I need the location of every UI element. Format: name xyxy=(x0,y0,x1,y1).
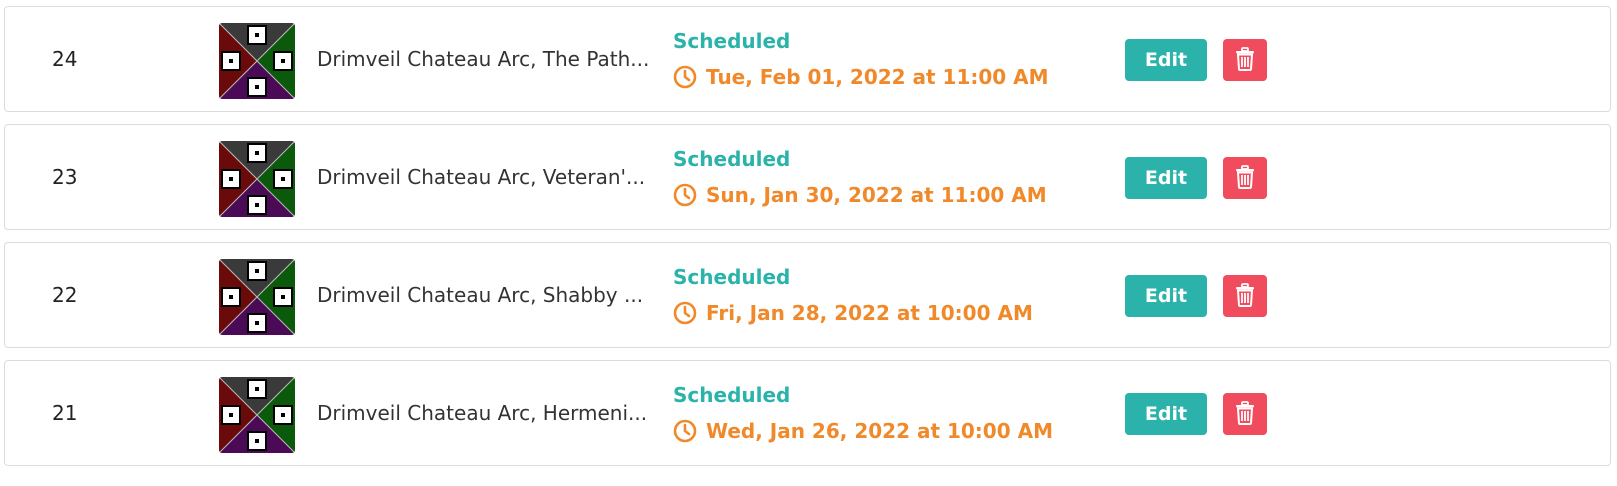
post-title[interactable]: Drimveil Chateau Arc, The Path... xyxy=(317,7,649,111)
list-item: 22 Drimveil Chateau Arc, Shabby ... Sche… xyxy=(4,242,1611,348)
scheduled-datetime: Fri, Jan 28, 2022 at 10:00 AM xyxy=(673,301,1033,325)
datetime-text: Wed, Jan 26, 2022 at 10:00 AM xyxy=(706,419,1053,443)
clock-icon xyxy=(673,183,697,207)
row-number: 22 xyxy=(52,283,78,307)
arc-thumbnail-icon xyxy=(219,141,295,217)
datetime-text: Tue, Feb 01, 2022 at 11:00 AM xyxy=(706,65,1049,89)
list-item: 24 Drimveil Chateau Arc, The Path... Sch… xyxy=(4,6,1611,112)
trash-icon xyxy=(1234,164,1256,192)
datetime-text: Fri, Jan 28, 2022 at 10:00 AM xyxy=(706,301,1033,325)
clock-icon xyxy=(673,65,697,89)
arc-thumbnail-icon xyxy=(219,259,295,335)
scheduled-datetime: Tue, Feb 01, 2022 at 11:00 AM xyxy=(673,65,1049,89)
status-label: Scheduled xyxy=(673,265,791,289)
edit-button[interactable]: Edit xyxy=(1125,393,1207,435)
scheduled-datetime: Wed, Jan 26, 2022 at 10:00 AM xyxy=(673,419,1053,443)
edit-button[interactable]: Edit xyxy=(1125,39,1207,81)
list-item: 23 Drimveil Chateau Arc, Veteran'... Sch… xyxy=(4,124,1611,230)
delete-button[interactable] xyxy=(1223,39,1267,81)
arc-thumbnail-icon xyxy=(219,23,295,99)
row-number: 24 xyxy=(52,47,78,71)
list-item: 21 Drimveil Chateau Arc, Hermeni... Sche… xyxy=(4,360,1611,466)
clock-icon xyxy=(673,301,697,325)
row-number: 23 xyxy=(52,165,78,189)
post-title[interactable]: Drimveil Chateau Arc, Shabby ... xyxy=(317,243,647,347)
scheduled-datetime: Sun, Jan 30, 2022 at 11:00 AM xyxy=(673,183,1047,207)
status-label: Scheduled xyxy=(673,383,791,407)
datetime-text: Sun, Jan 30, 2022 at 11:00 AM xyxy=(706,183,1047,207)
scheduled-posts-list: 24 Drimveil Chateau Arc, The Path... Sch… xyxy=(0,0,1617,486)
edit-button[interactable]: Edit xyxy=(1125,157,1207,199)
row-number: 21 xyxy=(52,401,78,425)
status-label: Scheduled xyxy=(673,147,791,171)
delete-button[interactable] xyxy=(1223,157,1267,199)
trash-icon xyxy=(1234,282,1256,310)
post-title[interactable]: Drimveil Chateau Arc, Hermeni... xyxy=(317,361,647,465)
delete-button[interactable] xyxy=(1223,275,1267,317)
trash-icon xyxy=(1234,46,1256,74)
arc-thumbnail-icon xyxy=(219,377,295,453)
delete-button[interactable] xyxy=(1223,393,1267,435)
edit-button[interactable]: Edit xyxy=(1125,275,1207,317)
clock-icon xyxy=(673,419,697,443)
post-title[interactable]: Drimveil Chateau Arc, Veteran'... xyxy=(317,125,647,229)
status-label: Scheduled xyxy=(673,29,791,53)
trash-icon xyxy=(1234,400,1256,428)
